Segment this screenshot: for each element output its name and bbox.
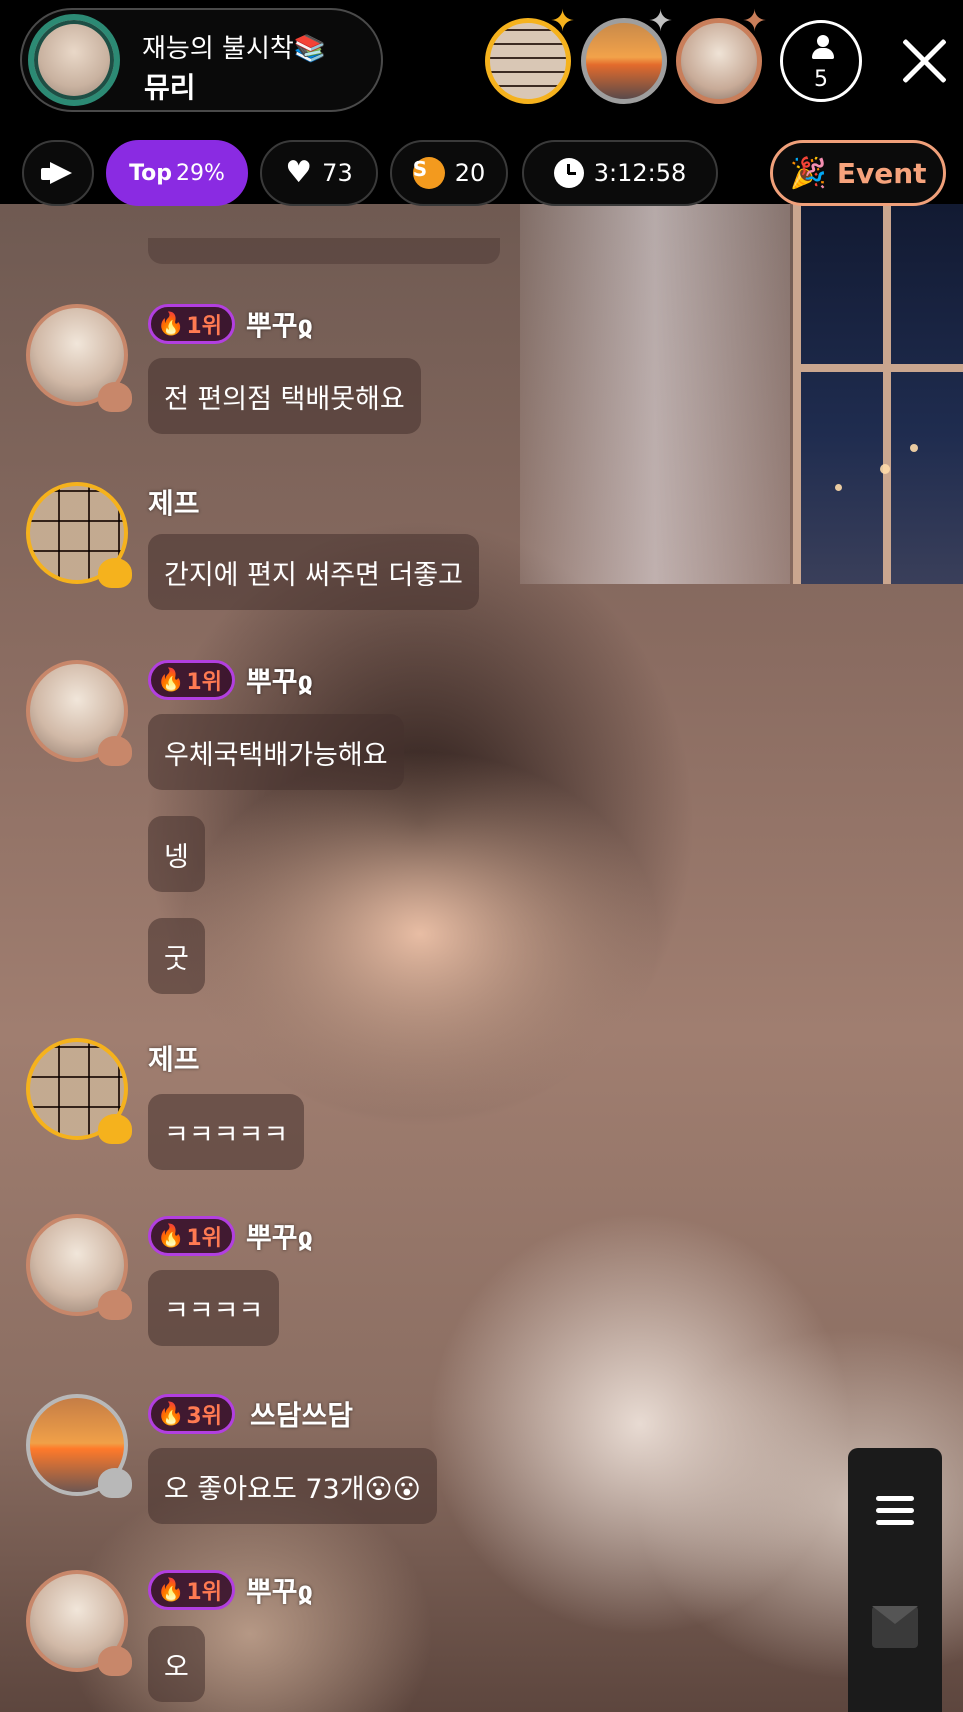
host-name: 뮤리: [144, 71, 196, 104]
rank-badge-chat: 🔥 3위: [148, 1394, 235, 1434]
coins-chip[interactable]: S 20: [390, 140, 508, 206]
bronze-wing-icon: [98, 1646, 132, 1676]
gold-wing-icon: [98, 558, 132, 588]
chat-nickname[interactable]: 뿌꾸ჲ: [246, 304, 313, 344]
chat-message: 굿: [148, 918, 205, 994]
party-popper-icon: 🎉: [789, 155, 827, 191]
likes-count: 73: [322, 159, 353, 187]
chat-nickname[interactable]: 뿌꾸ჲ: [246, 1570, 313, 1610]
chat-list[interactable]: 🔥 1위 뿌꾸ჲ 전 편의점 택배못해요 제프 간지에 편지 써주면 더좋고 🔥 1…: [0, 204, 963, 1712]
fire-icon: 🔥: [157, 1223, 185, 1249]
bronze-wing-icon: [98, 382, 132, 412]
chat-message: ㅋㅋㅋㅋ: [148, 1270, 280, 1346]
chat-scroll-indicator: [148, 238, 500, 264]
chat-message: 오 좋아요도 73개😮😮: [148, 1448, 437, 1524]
fire-icon: 🔥: [157, 1577, 185, 1603]
bronze-wing-icon: ✦: [742, 4, 768, 39]
stream-timer: 3:12:58: [593, 159, 687, 187]
rank-badge-chat: 🔥 1위: [148, 1570, 235, 1610]
viewer-count: 5: [814, 67, 828, 92]
megaphone-icon: [41, 162, 75, 184]
rank-badge-chat: 🔥 1위: [148, 1216, 235, 1256]
top-header: 재능의 불시착📚 뮤리 ✦ ✦ ✦ 5: [0, 0, 963, 124]
chat-nickname[interactable]: 뿌꾸ჲ: [246, 1216, 313, 1256]
rank-badge-chat: 🔥 1위: [148, 660, 235, 700]
viewer-count-button[interactable]: 5: [780, 20, 862, 102]
chat-nickname[interactable]: 뿌꾸ჲ: [246, 660, 313, 700]
chat-nickname[interactable]: 제프: [148, 482, 200, 522]
bronze-wing-icon: [98, 736, 132, 766]
heart-icon: ♥: [285, 155, 313, 190]
silver-wing-icon: [98, 1468, 132, 1498]
stats-bar: Top 29% ♥ 73 S 20 3:12:58 🎉 Event: [0, 124, 963, 206]
coins-count: 20: [454, 159, 486, 187]
menu-icon[interactable]: [876, 1496, 914, 1526]
chat-message: 간지에 편지 써주면 더좋고: [148, 534, 479, 610]
announcement-button[interactable]: [22, 140, 94, 206]
chat-message: ㅋㅋㅋㅋㅋ: [148, 1094, 305, 1170]
gold-wing-icon: [98, 1114, 132, 1144]
fire-icon: 🔥: [157, 1401, 185, 1427]
chat-nickname[interactable]: 제프: [148, 1038, 200, 1078]
envelope-icon[interactable]: [872, 1606, 918, 1648]
chat-message: 넹: [148, 816, 205, 892]
bronze-wing-icon: [98, 1290, 132, 1320]
timer-chip: 3:12:58: [522, 140, 718, 206]
coin-icon: S: [412, 157, 445, 189]
stream-title: 재능의 불시착📚: [142, 34, 327, 64]
side-menu: [848, 1448, 942, 1712]
fire-icon: 🔥: [157, 311, 185, 337]
clock-icon: [553, 158, 584, 188]
gold-wing-icon: ✦: [550, 4, 576, 39]
rank-badge[interactable]: Top 29%: [106, 140, 248, 206]
close-icon[interactable]: [900, 36, 950, 86]
person-icon: [812, 35, 834, 61]
chat-message: 우체국택배가능해요: [148, 714, 404, 790]
silver-wing-icon: ✦: [648, 4, 674, 39]
chat-message: 오: [148, 1626, 205, 1702]
chat-message: 전 편의점 택배못해요: [148, 358, 421, 434]
chat-nickname[interactable]: 쓰담쓰담: [250, 1394, 353, 1434]
fire-icon: 🔥: [157, 667, 185, 693]
rank-label: Top: [129, 160, 173, 186]
host-info[interactable]: 재능의 불시착📚 뮤리: [20, 8, 383, 112]
event-button[interactable]: 🎉 Event: [770, 140, 946, 206]
rank-percent: 29%: [176, 160, 225, 186]
event-label: Event: [836, 156, 927, 190]
rank-badge-chat: 🔥 1위: [148, 304, 235, 344]
host-avatar[interactable]: [28, 14, 120, 106]
likes-chip[interactable]: ♥ 73: [260, 140, 378, 206]
